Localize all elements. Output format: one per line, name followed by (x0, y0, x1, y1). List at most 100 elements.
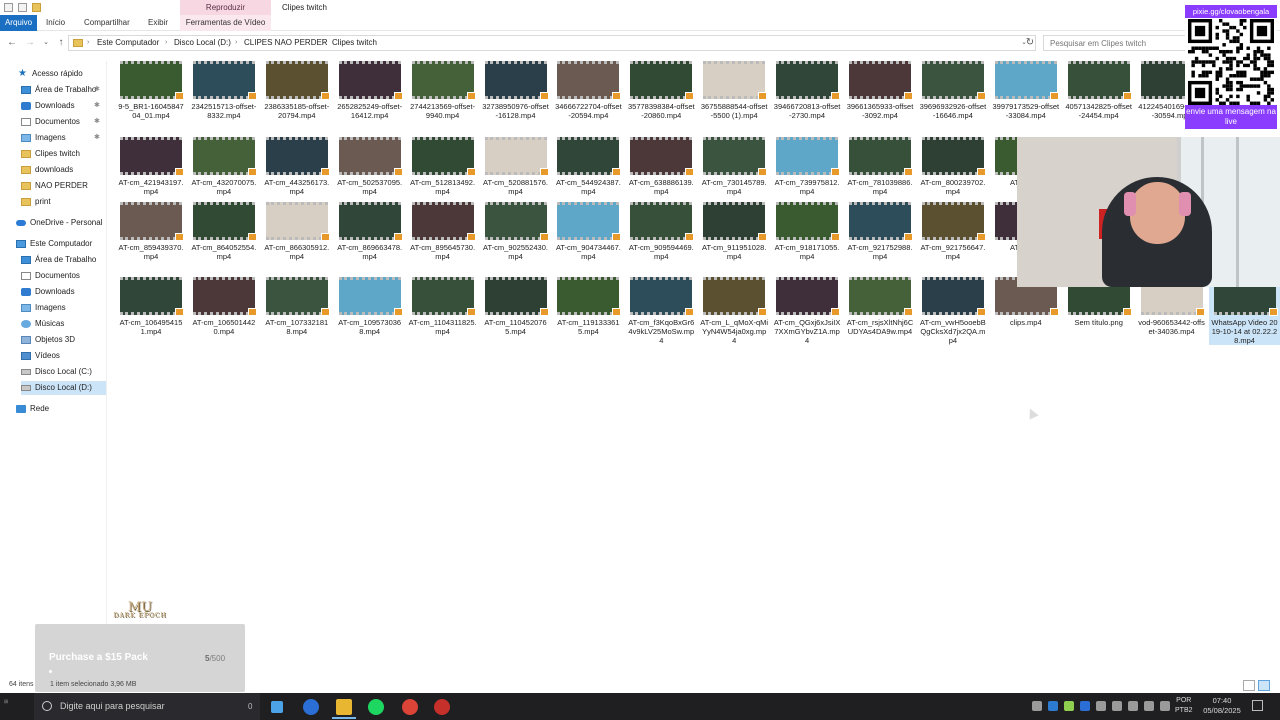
file-item[interactable]: 34666722704-offset-20594.mp4 (552, 57, 624, 120)
volume-icon[interactable] (1144, 701, 1154, 711)
file-item[interactable]: AT-cm_1104520765.mp4 (480, 273, 552, 336)
start-icon[interactable]: ⊞ (4, 699, 34, 705)
file-item[interactable]: AT-cm_1104311825.mp4 (407, 273, 479, 336)
breadcrumb-clipes-nao-perder[interactable]: CLIPES NAO PERDER (244, 36, 328, 50)
file-item[interactable]: AT-cm_443256173.mp4 (261, 133, 333, 196)
sidebar-item-area-de-trabalho[interactable]: Área de Trabalho ✱ (21, 83, 106, 97)
file-item[interactable]: 39696932926-offset-16646.mp4 (917, 57, 989, 120)
file-item[interactable]: AT-cm_781039886.mp4 (844, 133, 916, 196)
file-item[interactable]: AT-cm_921752988.mp4 (844, 198, 916, 261)
sidebar-item-documentos[interactable]: Documentos ✱ (21, 115, 106, 129)
file-item[interactable]: AT-cm_902552430.mp4 (480, 198, 552, 261)
search-input[interactable] (1044, 36, 1192, 50)
sidebar-item-musicas[interactable]: Músicas (21, 317, 106, 331)
file-item[interactable]: 2342515713-offset-8332.mp4 (188, 57, 260, 120)
breadcrumb-este-computador[interactable]: Este Computador (97, 36, 159, 50)
network-icon[interactable] (1112, 701, 1122, 711)
file-item[interactable]: AT-cm_904734467.mp4 (552, 198, 624, 261)
chrome-icon[interactable] (402, 699, 418, 715)
folder-icon[interactable] (32, 3, 41, 12)
tab-arquivo[interactable]: Arquivo (0, 15, 37, 31)
file-item[interactable]: 32738950976-offset-16128.mp4 (480, 57, 552, 120)
file-item[interactable]: 39661365933-offset-3092.mp4 (844, 57, 916, 120)
task-view-icon[interactable] (271, 701, 283, 713)
spotify-icon[interactable] (368, 699, 384, 715)
file-item[interactable]: 39466720813-offset-2730.mp4 (771, 57, 843, 120)
file-item[interactable]: AT-cm_1191333615.mp4 (552, 273, 624, 336)
large-icons-view-icon[interactable] (1258, 680, 1270, 691)
copilot-icon[interactable] (303, 699, 319, 715)
breadcrumb-disco-local-d[interactable]: Disco Local (D:) (174, 36, 231, 50)
file-item[interactable]: AT-cm_512813492.mp4 (407, 133, 479, 196)
file-item[interactable]: AT-cm_911951028.mp4 (698, 198, 770, 261)
wifi-icon[interactable] (1160, 701, 1170, 711)
file-item[interactable]: AT-cm_909594469.mp4 (625, 198, 697, 261)
steam-icon[interactable] (1048, 701, 1058, 711)
tab-ferramentas-video[interactable]: Ferramentas de Vídeo (180, 15, 271, 31)
file-item[interactable]: 2386335185-offset-20794.mp4 (261, 57, 333, 120)
file-item[interactable]: AT-cm_rsjsXltNhj6CUDYAs4DA9w.mp4 (844, 273, 916, 336)
refresh-icon[interactable]: ↻ (1024, 36, 1036, 50)
sidebar-item-disco-d[interactable]: Disco Local (D:) (21, 381, 106, 395)
language-indicator[interactable]: POR PTB2 (1175, 696, 1193, 716)
file-explorer-icon[interactable] (332, 699, 356, 719)
clock[interactable]: 07:40 05/08/2025 (1200, 696, 1244, 716)
notification-icon[interactable] (1252, 700, 1263, 711)
tray-app-icon[interactable] (1064, 701, 1074, 711)
sidebar-item-disco-c[interactable]: Disco Local (C:) (21, 365, 106, 379)
sidebar-item-print[interactable]: print (21, 195, 106, 209)
tab-compartilhar[interactable]: Compartilhar (84, 15, 130, 31)
recent-locations-icon[interactable]: ⌄ (40, 36, 52, 50)
file-item[interactable]: AT-cm_502537095.mp4 (334, 133, 406, 196)
file-item[interactable]: AT-cm_L_qMoX-qMiYyN4W54ja0xg.mp4 (698, 273, 770, 345)
sidebar-item-downloads-folder[interactable]: downloads (21, 163, 106, 177)
file-item[interactable]: AT-cm_918171055.mp4 (771, 198, 843, 261)
bluetooth-icon[interactable] (1080, 701, 1090, 711)
file-item[interactable]: AT-cm_f3KqoBxGr64v9kLV25MoSw.mp4 (625, 273, 697, 345)
sidebar-item-nao-perder[interactable]: NAO PERDER (21, 179, 106, 193)
back-icon[interactable]: ← (6, 36, 18, 50)
file-item[interactable]: AT-cm_869663478.mp4 (334, 198, 406, 261)
new-folder-icon[interactable] (18, 3, 27, 12)
file-item[interactable]: AT-cm_866305912.mp4 (261, 198, 333, 261)
file-item[interactable]: AT-cm_1064954151.mp4 (115, 273, 187, 336)
sidebar-item-rede[interactable]: Rede (16, 402, 106, 416)
file-item[interactable]: AT-cm_1073321818.mp4 (261, 273, 333, 336)
sidebar-item-onedrive[interactable]: OneDrive - Personal (16, 216, 106, 230)
taskbar-search[interactable]: Digite aqui para pesquisar 0 (34, 693, 260, 720)
obs-icon[interactable] (434, 699, 450, 715)
forward-icon[interactable]: → (24, 36, 36, 50)
sidebar-item-downloads-pc[interactable]: Downloads (21, 285, 106, 299)
file-item[interactable]: AT-cm_638886139.mp4 (625, 133, 697, 196)
file-item[interactable]: AT-cm_739975812.mp4 (771, 133, 843, 196)
file-item[interactable]: 9-5_BR1-1604584704_01.mp4 (115, 57, 187, 120)
file-item[interactable]: AT-cm_432070075.mp4 (188, 133, 260, 196)
up-icon[interactable]: ↑ (55, 36, 67, 50)
file-item[interactable]: AT-cm_800239702.mp4 (917, 133, 989, 196)
file-item[interactable]: AT-cm_vwH5ooebBQgCksXd7jx2QA.mp4 (917, 273, 989, 345)
tab-inicio[interactable]: Início (46, 15, 65, 31)
file-item[interactable]: AT-cm_1095730368.mp4 (334, 273, 406, 336)
breadcrumb-clipes-twitch[interactable]: Clipes twitch (332, 36, 377, 50)
tab-exibir[interactable]: Exibir (148, 15, 168, 31)
file-item[interactable]: 2652825249-offset-16412.mp4 (334, 57, 406, 120)
file-item[interactable]: AT-cm_730145789.mp4 (698, 133, 770, 196)
file-item[interactable]: 2744213569-offset-9940.mp4 (407, 57, 479, 120)
file-item[interactable]: 39979173529-offset-33084.mp4 (990, 57, 1062, 120)
file-item[interactable]: 36755888544-offset-5500 (1).mp4 (698, 57, 770, 120)
sidebar-item-area-de-trabalho-pc[interactable]: Área de Trabalho (21, 253, 106, 267)
sidebar-item-imagens-pc[interactable]: Imagens (21, 301, 106, 315)
sidebar-item-downloads[interactable]: Downloads ✱ (21, 99, 106, 113)
file-item[interactable]: AT-cm_895645730.mp4 (407, 198, 479, 261)
sidebar-item-este-computador[interactable]: Este Computador (16, 237, 106, 251)
file-item[interactable]: AT-cm_859439370.mp4 (115, 198, 187, 261)
chevron-up-icon[interactable] (1032, 701, 1042, 711)
properties-icon[interactable] (4, 3, 13, 12)
file-item[interactable]: AT-cm_520881576.mp4 (480, 133, 552, 196)
file-item[interactable]: AT-cm_921756647.mp4 (917, 198, 989, 261)
file-item[interactable]: AT-cm_QGxj6xJsiIX7XXmGYbvZ1A.mp4 (771, 273, 843, 345)
details-view-icon[interactable] (1243, 680, 1255, 691)
file-item[interactable]: AT-cm_421943197.mp4 (115, 133, 187, 196)
sidebar-item-acesso-rapido[interactable]: ★ Acesso rápido (18, 67, 106, 81)
sidebar-item-videos[interactable]: Vídeos (21, 349, 106, 363)
